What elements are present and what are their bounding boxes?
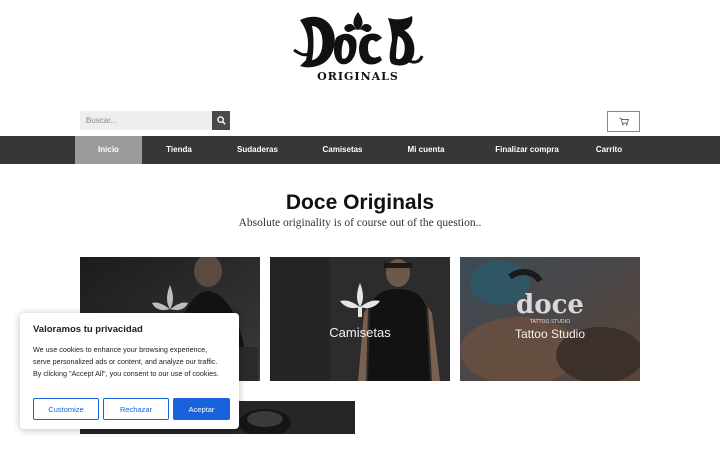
category-image-tattoo: doce TATTOO STUDIO <box>460 257 640 381</box>
cookie-customize-button[interactable]: Customize <box>33 398 99 420</box>
nav-item-sudaderas[interactable]: Sudaderas <box>220 136 295 164</box>
nav-item-camisetas[interactable]: Camisetas <box>305 136 380 164</box>
nav-item-inicio[interactable]: Inicio <box>75 136 142 164</box>
cookie-reject-button[interactable]: Rechazar <box>103 398 169 420</box>
cart-button[interactable] <box>607 111 640 132</box>
nav-item-tienda[interactable]: Tienda <box>147 136 211 164</box>
svg-text:TATTOO STUDIO: TATTOO STUDIO <box>529 319 570 325</box>
category-label-tattoo-studio: Tattoo Studio <box>514 327 586 341</box>
category-card-camisetas[interactable]: Camisetas <box>270 257 450 381</box>
main-navigation: Inicio Tienda Sudaderas Camisetas Mi cue… <box>0 136 720 164</box>
site-logo[interactable]: ORIGINALS <box>292 10 424 88</box>
category-card-tattoo-studio[interactable]: doce TATTOO STUDIO Tattoo Studio <box>460 257 640 381</box>
cookie-consent-banner: Valoramos tu privacidad We use cookies t… <box>20 313 239 429</box>
search-button[interactable] <box>212 111 230 130</box>
nav-item-carrito[interactable]: Carrito <box>582 136 636 164</box>
cookie-accept-button[interactable]: Aceptar <box>173 398 230 420</box>
page-title: Doce Originals <box>285 191 435 214</box>
cookie-buttons: Customize Rechazar Aceptar <box>33 398 230 420</box>
nav-item-finalizar-compra[interactable]: Finalizar compra <box>478 136 576 164</box>
svg-text:doce: doce <box>516 290 584 320</box>
nav-item-mi-cuenta[interactable]: Mi cuenta <box>392 136 460 164</box>
cart-icon <box>618 117 629 126</box>
logo-subtext: ORIGINALS <box>317 70 399 83</box>
category-image-camisetas <box>270 257 450 381</box>
search-bar <box>80 111 230 130</box>
page-tagline: Absolute originality is of course out of… <box>238 217 482 229</box>
search-input[interactable] <box>80 111 212 130</box>
search-icon <box>216 116 226 125</box>
cookie-text: We use cookies to enhance your browsing … <box>33 345 219 378</box>
cookie-title: Valoramos tu privacidad <box>33 324 143 335</box>
category-label-camisetas: Camisetas <box>329 325 391 340</box>
